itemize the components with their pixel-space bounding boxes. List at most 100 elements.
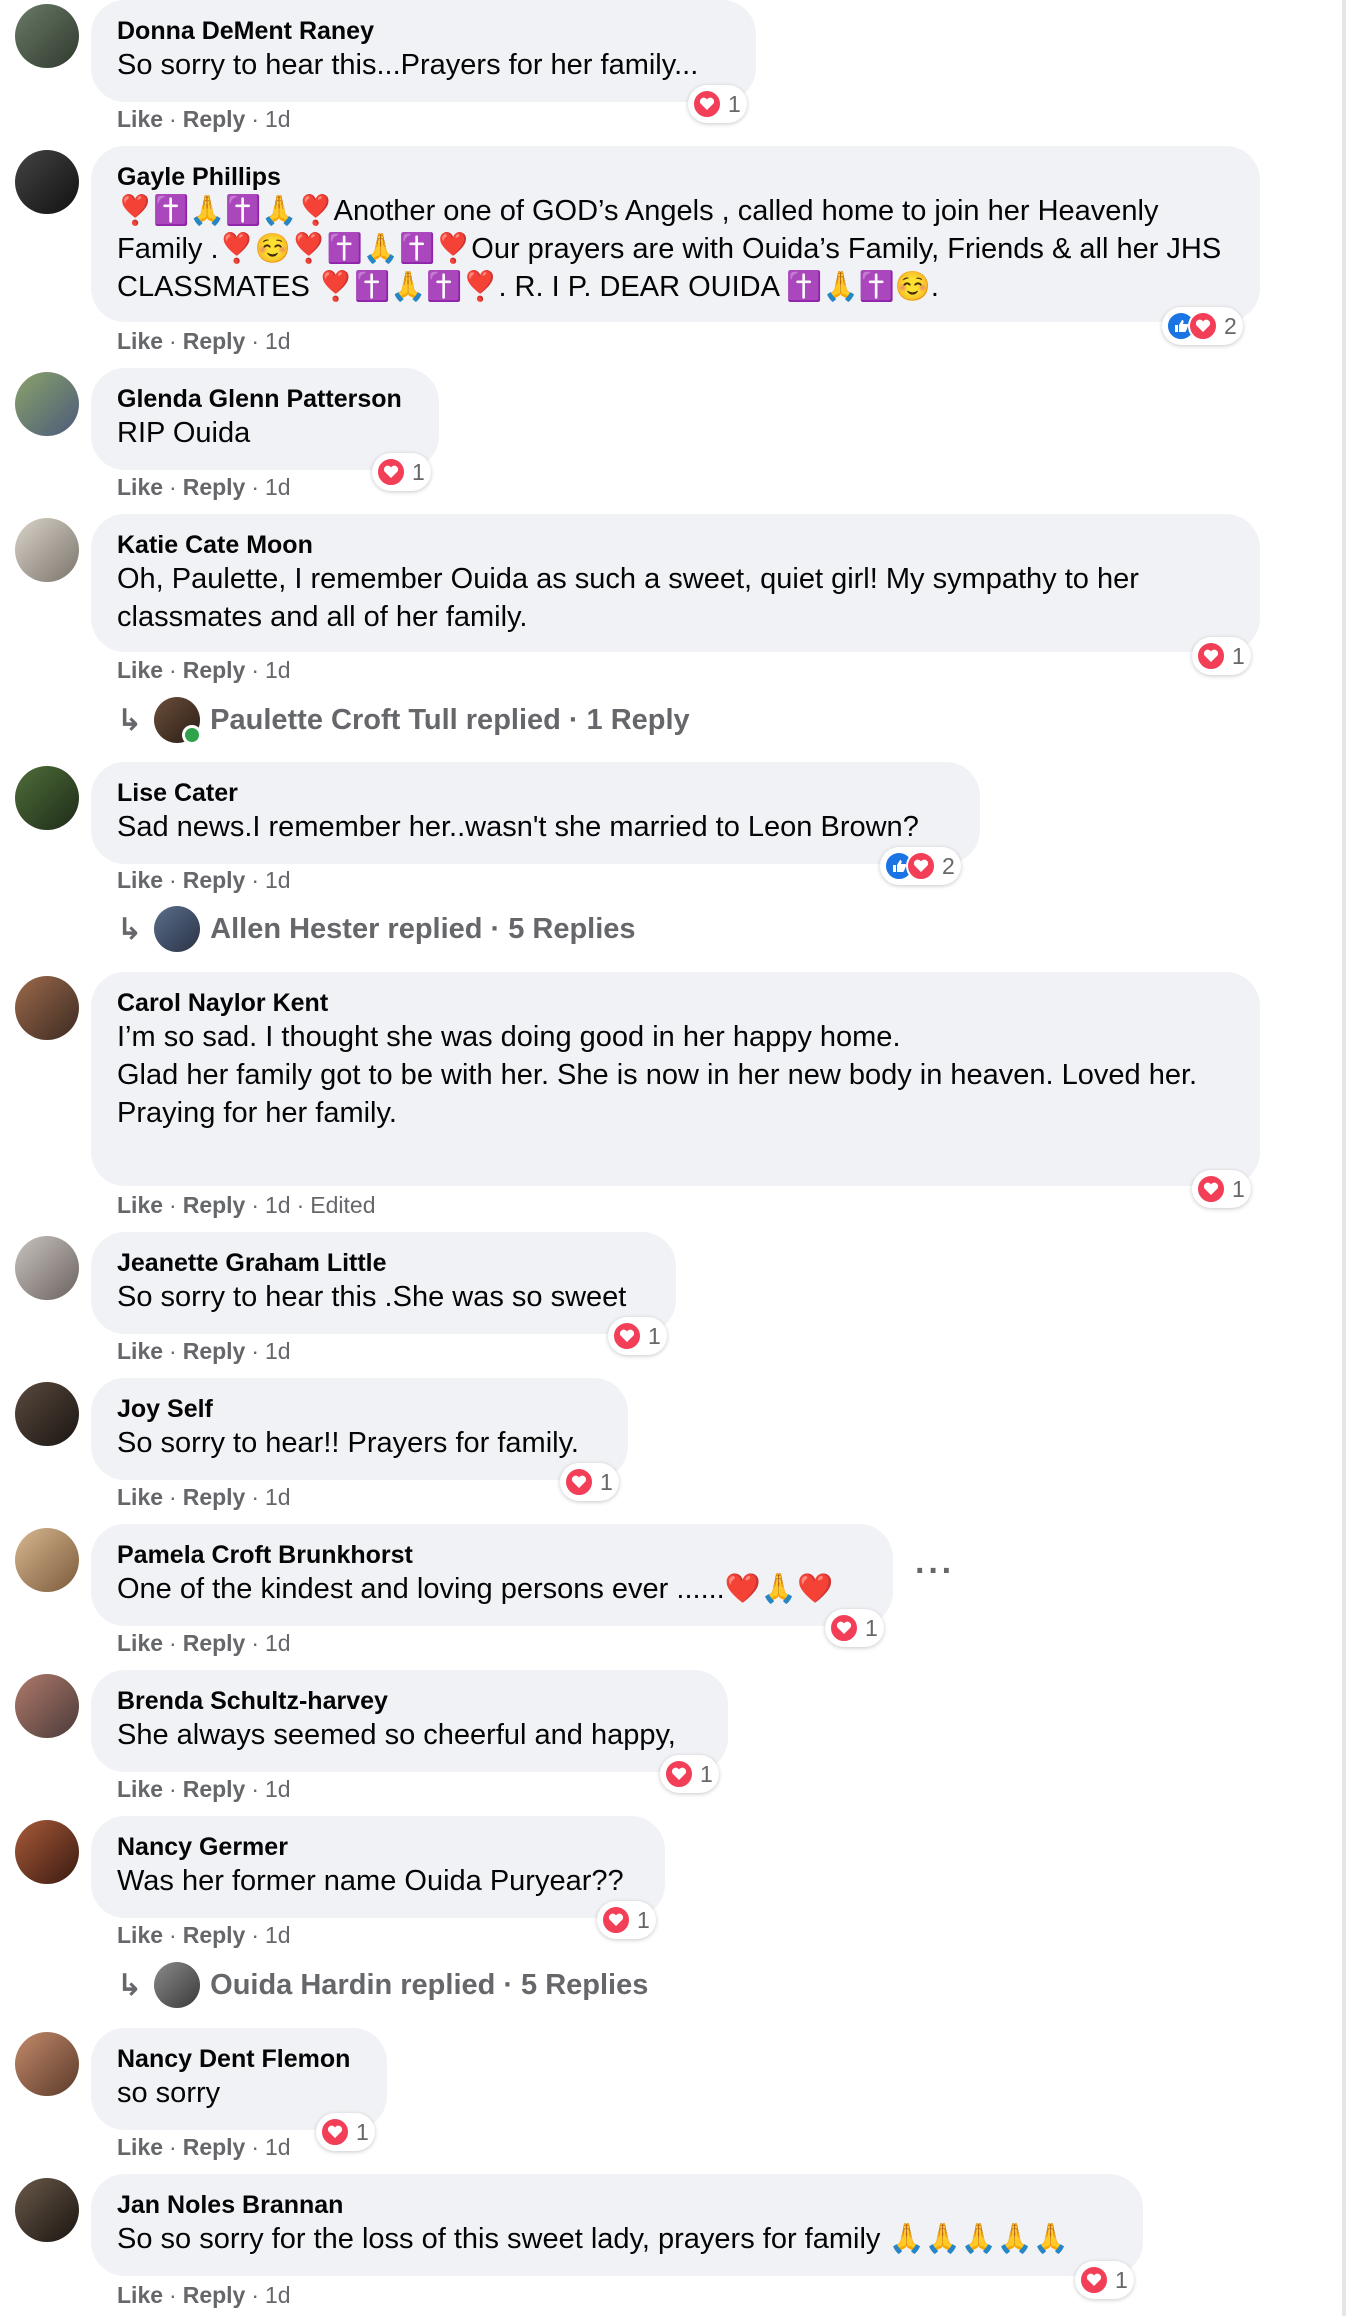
avatar[interactable]: [15, 1674, 79, 1738]
reaction-count[interactable]: 1: [372, 453, 431, 491]
comment-bubble: Nancy Germer Was her former name Ouida P…: [91, 1816, 665, 1918]
avatar[interactable]: [15, 2178, 79, 2242]
reaction-number: 1: [1232, 1175, 1245, 1202]
reply-link[interactable]: Reply: [183, 1922, 246, 1948]
reaction-number: 2: [942, 852, 955, 879]
reply-link[interactable]: Reply: [183, 474, 246, 500]
avatar[interactable]: [15, 1382, 79, 1446]
comment-time[interactable]: 1d: [265, 2282, 291, 2308]
avatar[interactable]: [15, 976, 79, 1040]
comment-time[interactable]: 1d: [265, 1484, 291, 1510]
comment-author[interactable]: Joy Self: [117, 1394, 602, 1424]
reply-link[interactable]: Reply: [183, 1192, 246, 1218]
comment-text: Oh, Paulette, I remember Ouida as such a…: [117, 563, 1147, 633]
like-link[interactable]: Like: [117, 1922, 163, 1948]
view-replies-link[interactable]: ↳ Allen Hester replied · 5 Replies: [117, 906, 636, 952]
reply-link[interactable]: Reply: [183, 2134, 246, 2160]
reaction-count[interactable]: 1: [560, 1463, 619, 1501]
comment-author[interactable]: Gayle Phillips: [117, 162, 1234, 192]
reaction-count[interactable]: 1: [1075, 2261, 1134, 2299]
like-link[interactable]: Like: [117, 2134, 163, 2160]
comment-time[interactable]: 1d: [265, 1192, 291, 1218]
reply-link[interactable]: Reply: [183, 867, 246, 893]
comment-time[interactable]: 1d: [265, 1776, 291, 1802]
comment-text: so sorry: [117, 2077, 221, 2109]
like-link[interactable]: Like: [117, 106, 163, 132]
more-options-icon[interactable]: ···: [915, 1552, 955, 1591]
avatar[interactable]: [15, 150, 79, 214]
comment-author[interactable]: Lise Cater: [117, 778, 954, 808]
comment-time[interactable]: 1d: [265, 1922, 291, 1948]
like-link[interactable]: Like: [117, 328, 163, 354]
reply-link[interactable]: Reply: [183, 2282, 246, 2308]
reaction-count[interactable]: 1: [660, 1755, 719, 1793]
comment-time[interactable]: 1d: [265, 328, 291, 354]
comment-author[interactable]: Brenda Schultz-harvey: [117, 1686, 702, 1716]
comment-author[interactable]: Katie Cate Moon: [117, 530, 1234, 560]
reply-link[interactable]: Reply: [183, 328, 246, 354]
comment-time[interactable]: 1d: [265, 2134, 291, 2160]
like-link[interactable]: Like: [117, 657, 163, 683]
reaction-count[interactable]: 1: [608, 1317, 667, 1355]
comment-author[interactable]: Jan Noles Brannan: [117, 2190, 1117, 2220]
avatar[interactable]: [15, 372, 79, 436]
comment-time[interactable]: 1d: [265, 474, 291, 500]
reply-link[interactable]: Reply: [183, 1338, 246, 1364]
like-link[interactable]: Like: [117, 1630, 163, 1656]
view-replies-link[interactable]: ↳ Ouida Hardin replied · 5 Replies: [117, 1962, 648, 2008]
avatar[interactable]: [15, 2032, 79, 2096]
reply-arrow-icon: ↳: [117, 912, 143, 946]
like-link[interactable]: Like: [117, 474, 163, 500]
comment-author[interactable]: Donna DeMent Raney: [117, 16, 730, 46]
scrollbar[interactable]: [1342, 0, 1346, 2316]
comment-meta: Like · Reply · 1d: [117, 867, 291, 893]
reply-link[interactable]: Reply: [183, 1776, 246, 1802]
like-link[interactable]: Like: [117, 1484, 163, 1510]
comment-author[interactable]: Nancy Dent Flemon: [117, 2044, 361, 2074]
avatar[interactable]: [15, 1820, 79, 1884]
comment-text: So sorry to hear!! Prayers for family.: [117, 1427, 579, 1459]
heart-reaction-icon: [906, 851, 936, 881]
avatar[interactable]: [15, 1236, 79, 1300]
avatar[interactable]: [15, 1528, 79, 1592]
comment-author[interactable]: Nancy Germer: [117, 1832, 639, 1862]
comment-meta: Like · Reply · 1d: [117, 328, 291, 354]
reaction-count[interactable]: 1: [825, 1609, 884, 1647]
reaction-count[interactable]: 1: [316, 2113, 375, 2151]
reaction-count[interactable]: 1: [688, 85, 747, 123]
like-link[interactable]: Like: [117, 867, 163, 893]
comment-author[interactable]: Carol Naylor Kent: [117, 988, 1234, 1018]
reaction-count[interactable]: 2: [1162, 307, 1243, 345]
view-replies-link[interactable]: ↳ Paulette Croft Tull replied · 1 Reply: [117, 697, 690, 745]
avatar[interactable]: [15, 518, 79, 582]
reaction-number: 1: [412, 458, 425, 485]
comment-text: She always seemed so cheerful and happy,: [117, 1719, 676, 1751]
avatar[interactable]: [15, 766, 79, 830]
comment-time[interactable]: 1d: [265, 657, 291, 683]
like-link[interactable]: Like: [117, 1338, 163, 1364]
heart-reaction-icon: [692, 89, 722, 119]
comment-author[interactable]: Glenda Glenn Patterson: [117, 384, 413, 414]
reaction-count[interactable]: 2: [880, 847, 961, 885]
reaction-count[interactable]: 1: [597, 1901, 656, 1939]
reply-link[interactable]: Reply: [183, 657, 246, 683]
edited-label[interactable]: Edited: [310, 1192, 375, 1218]
reaction-number: 1: [600, 1468, 613, 1495]
comment-text: ❣️✝️🙏✝️🙏❣️Another one of GOD’s Angels , …: [117, 195, 1230, 303]
reaction-count[interactable]: 1: [1192, 637, 1251, 675]
comment-time[interactable]: 1d: [265, 106, 291, 132]
comment-time[interactable]: 1d: [265, 867, 291, 893]
like-link[interactable]: Like: [117, 1776, 163, 1802]
reply-link[interactable]: Reply: [183, 106, 246, 132]
reaction-count[interactable]: 1: [1192, 1170, 1251, 1208]
reply-link[interactable]: Reply: [183, 1630, 246, 1656]
comment-time[interactable]: 1d: [265, 1630, 291, 1656]
comment-author[interactable]: Jeanette Graham Little: [117, 1248, 650, 1278]
like-link[interactable]: Like: [117, 2282, 163, 2308]
comment-time[interactable]: 1d: [265, 1338, 291, 1364]
reply-link[interactable]: Reply: [183, 1484, 246, 1510]
avatar[interactable]: [15, 4, 79, 68]
comment-author[interactable]: Pamela Croft Brunkhorst: [117, 1540, 867, 1570]
reply-avatar: [154, 1962, 201, 2008]
like-link[interactable]: Like: [117, 1192, 163, 1218]
